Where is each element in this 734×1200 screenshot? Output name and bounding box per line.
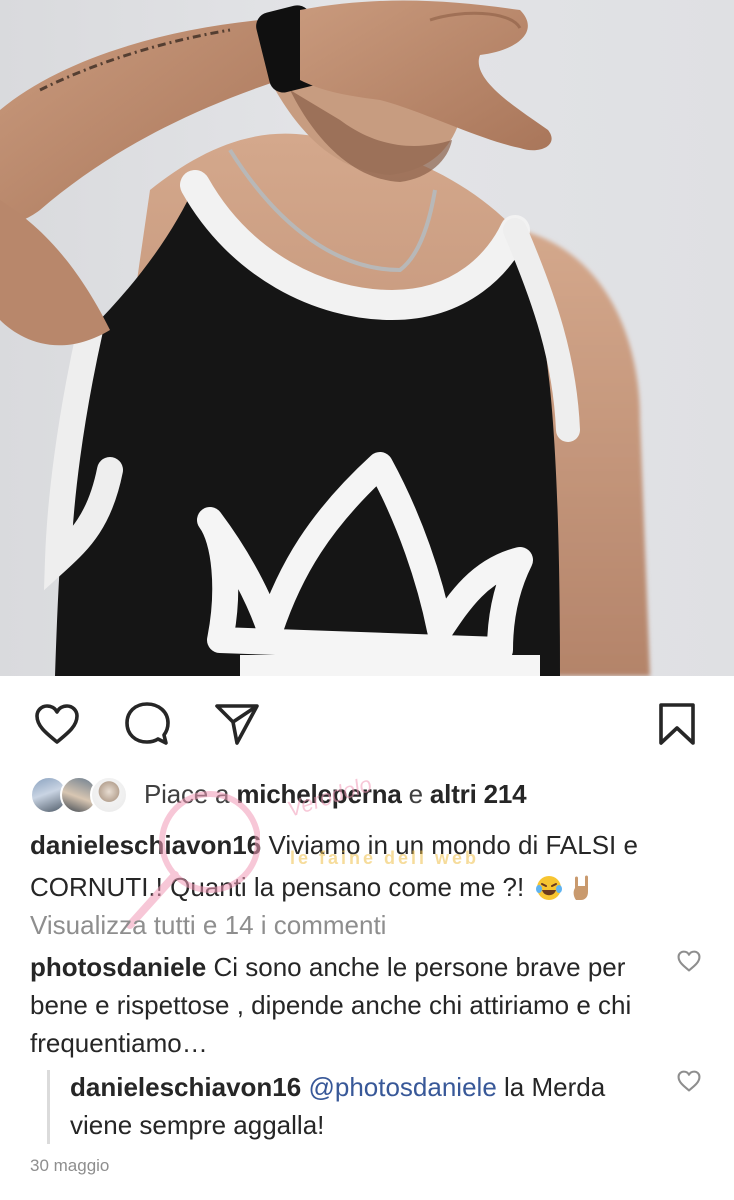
share-button[interactable] [211, 698, 263, 750]
liker-avatars [30, 774, 130, 814]
comment-username[interactable]: photosdaniele [30, 952, 206, 982]
reply-username[interactable]: danieleschiavon16 [70, 1072, 301, 1102]
post-image[interactable] [0, 0, 734, 676]
rock-hand-emoji [574, 875, 589, 900]
paper-plane-icon [215, 704, 259, 745]
post-photo-illustration [0, 0, 650, 676]
reply-like-button[interactable] [674, 1066, 704, 1096]
laughing-tears-emoji [536, 876, 563, 900]
comment-like-button[interactable] [674, 946, 704, 976]
like-button[interactable] [31, 698, 83, 750]
post-actions-bar [0, 676, 734, 766]
likes-others[interactable]: altri 214 [430, 779, 527, 809]
likes-prefix: Piace a [144, 778, 237, 809]
caption-username[interactable]: danieleschiavon16 [30, 830, 261, 860]
reply-mention[interactable]: @photosdaniele [308, 1072, 496, 1102]
heart-icon [677, 950, 701, 972]
post-date: 30 maggio [30, 1156, 110, 1175]
likes-text: Piace a micheleperna e altri 214 [144, 778, 527, 810]
bookmark-icon [659, 703, 695, 745]
post-caption: danieleschiavon16 Viviamo in un mondo di… [30, 824, 710, 908]
comment-item: photosdaniele Ci sono anche le persone b… [30, 948, 650, 1062]
save-button[interactable] [651, 698, 703, 750]
likes-connector: e [401, 778, 430, 809]
reply-thread-line [47, 1070, 50, 1144]
avatar [90, 776, 128, 814]
view-all-comments-link[interactable]: Visualizza tutti e 14 i commenti [30, 904, 386, 946]
reply-item: danieleschiavon16 @photosdaniele la Merd… [70, 1068, 650, 1144]
heart-icon [677, 1070, 701, 1092]
comment-icon [125, 702, 170, 745]
heart-icon [35, 704, 79, 744]
likes-summary[interactable]: Piace a micheleperna e altri 214 [30, 772, 527, 816]
liker-username[interactable]: micheleperna [236, 779, 401, 809]
comment-button[interactable] [121, 698, 173, 750]
